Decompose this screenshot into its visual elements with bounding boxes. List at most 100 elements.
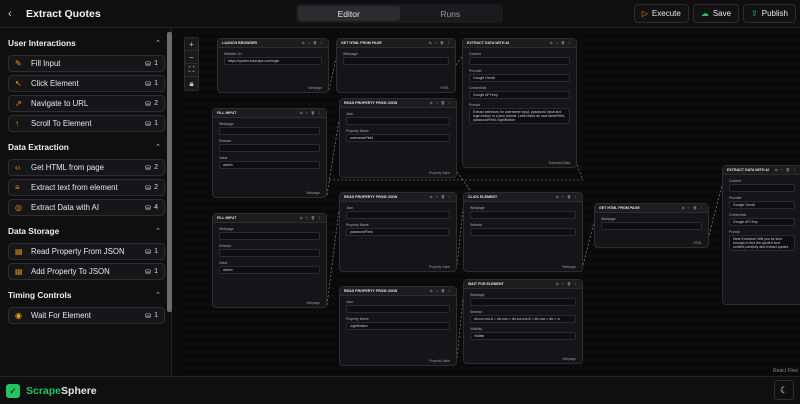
- node-header[interactable]: READ PROPERTY FROM JSON ⧉ ✎ 🗑︎ ⋮: [340, 99, 456, 108]
- node-action-icons[interactable]: ⧉ ✎ 🗑︎ ⋮: [300, 216, 322, 220]
- node-field-input[interactable]: loginButton: [346, 322, 450, 330]
- node-field-input[interactable]: admin: [219, 266, 320, 274]
- node-header[interactable]: FILL INPUT ⧉ ✎ 🗑︎ ⋮: [213, 214, 326, 223]
- node-field-input[interactable]: [346, 117, 450, 125]
- sidebar-task-item[interactable]: ↗ Navigate to URL ⛁ 2: [8, 95, 165, 112]
- sidebar-task-item[interactable]: ◉ Wait For Element ⛁ 1: [8, 307, 165, 324]
- node-header[interactable]: READ PROPERTY FROM JSON ⧉ ✎ 🗑︎ ⋮: [340, 193, 456, 202]
- flow-node[interactable]: LAUNCH BROWSER ⧉ ✎ 🗑︎ ⋮ Website Url https:/…: [217, 38, 329, 93]
- node-field-input[interactable]: [470, 211, 576, 219]
- node-field-input[interactable]: [346, 305, 450, 313]
- tab-editor[interactable]: Editor: [298, 6, 400, 21]
- sidebar-section-header[interactable]: Data Storage ⌃: [0, 222, 171, 240]
- brand-name[interactable]: ScrapeSphere: [26, 385, 97, 397]
- node-header[interactable]: WAIT FOR ELEMENT ⧉ ✎ 🗑︎ ⋮: [464, 280, 582, 289]
- sidebar-task-item[interactable]: ↖ Click Element ⛁ 1: [8, 75, 165, 92]
- node-field-input[interactable]: Google API Key: [469, 91, 570, 99]
- node-field-input[interactable]: admin: [219, 161, 320, 169]
- node-action-icons[interactable]: ⧉ ✎ 🗑︎ ⋮: [682, 206, 704, 210]
- flow-edge[interactable]: [326, 119, 340, 196]
- node-action-icons[interactable]: ⧉ ✎ 🗑︎ ⋮: [556, 282, 578, 286]
- save-button[interactable]: ☁ Save: [692, 4, 740, 23]
- node-header[interactable]: EXTRACT DATA WITH AI ⧉ ✎ 🗑︎ ⋮: [463, 39, 576, 48]
- node-field-input[interactable]: Dear Extractor! Will you be kind enough …: [729, 235, 795, 251]
- flow-node[interactable]: GET HTML FROM PAGE ⧉ ✎ 🗑︎ ⋮ Webpage HTML: [336, 38, 456, 93]
- node-action-icons[interactable]: ⧉ ✎ 🗑︎ ⋮: [550, 41, 572, 45]
- flow-edge[interactable]: [456, 171, 471, 191]
- node-header[interactable]: FILL INPUT ⧉ ✎ 🗑︎ ⋮: [213, 109, 326, 118]
- sidebar-section-header[interactable]: User Interactions ⌃: [0, 34, 171, 52]
- node-field-input[interactable]: [470, 228, 576, 236]
- node-header[interactable]: GET HTML FROM PAGE ⧉ ✎ 🗑︎ ⋮: [595, 204, 708, 213]
- flow-edge[interactable]: [582, 221, 595, 266]
- theme-toggle-moon-icon[interactable]: ☾: [774, 380, 794, 400]
- node-action-icons[interactable]: ⧉ ✎ 🗑︎ ⋮: [430, 195, 452, 199]
- flow-node[interactable]: FILL INPUT ⧉ ✎ 🗑︎ ⋮ Webpage Selector Value ad…: [212, 108, 327, 198]
- sidebar-task-item[interactable]: ‹› Get HTML from page ⛁ 2: [8, 159, 165, 176]
- node-action-icons[interactable]: ⧉ ✎ 🗑︎ ⋮: [430, 289, 452, 293]
- node-header[interactable]: READ PROPERTY FROM JSON ⧉ ✎ 🗑︎ ⋮: [340, 287, 456, 296]
- publish-button[interactable]: ⇪ Publish: [743, 4, 796, 23]
- node-field-input[interactable]: [469, 57, 570, 65]
- sidebar-task-item[interactable]: ✎ Fill Input ⛁ 1: [8, 55, 165, 72]
- node-action-icons[interactable]: ⧉ ✎ 🗑︎ ⋮: [300, 111, 322, 115]
- fit-view-button[interactable]: ⛶: [185, 64, 198, 77]
- flow-node[interactable]: FILL INPUT ⧉ ✎ 🗑︎ ⋮ Webpage Selector Value ad…: [212, 213, 327, 308]
- node-field-input[interactable]: usernameField: [346, 134, 450, 142]
- react-flow-attribution[interactable]: React Flow: [773, 368, 798, 374]
- node-field-input[interactable]: [601, 222, 702, 230]
- execute-button[interactable]: ▷ Execute: [633, 4, 689, 23]
- flow-edge[interactable]: [328, 57, 337, 91]
- node-output-label: Property Value: [429, 359, 450, 363]
- node-field-input[interactable]: [219, 144, 320, 152]
- node-field-input[interactable]: Google API Key: [729, 218, 795, 226]
- node-action-icons[interactable]: ⧉ ✎ 🗑︎ ⋮: [775, 168, 797, 172]
- flow-edge[interactable]: [708, 184, 723, 236]
- zoom-in-button[interactable]: +: [185, 38, 198, 51]
- node-header[interactable]: LAUNCH BROWSER ⧉ ✎ 🗑︎ ⋮: [218, 39, 328, 48]
- node-field-input[interactable]: Google GenAI: [469, 74, 570, 82]
- node-field-input[interactable]: [219, 127, 320, 135]
- chevron-left-icon[interactable]: ‹: [8, 8, 18, 20]
- node-field-input[interactable]: [219, 232, 320, 240]
- lock-icon[interactable]: 🔒︎: [185, 77, 198, 90]
- sidebar-task-item[interactable]: ≡ Extract text from element ⛁ 2: [8, 179, 165, 196]
- node-field-input[interactable]: https://quotes.toscrape.com/login: [224, 57, 322, 65]
- flow-edge[interactable]: [326, 209, 340, 306]
- flow-node[interactable]: WAIT FOR ELEMENT ⧉ ✎ 🗑︎ ⋮ Webpage Selector d…: [463, 279, 583, 364]
- node-action-icons[interactable]: ⧉ ✎ 🗑︎ ⋮: [302, 41, 324, 45]
- node-field-input[interactable]: Visible: [470, 332, 576, 340]
- sidebar-task-item[interactable]: ▤ Read Property From JSON ⛁ 1: [8, 243, 165, 260]
- flow-node[interactable]: READ PROPERTY FROM JSON ⧉ ✎ 🗑︎ ⋮ Json Prope…: [339, 98, 457, 178]
- flow-node[interactable]: EXTRACT DATA WITH AI ⧉ ✎ 🗑︎ ⋮ Content Provi…: [462, 38, 577, 168]
- tab-runs[interactable]: Runs: [400, 6, 502, 21]
- sidebar-section-header[interactable]: Timing Controls ⌃: [0, 286, 171, 304]
- flow-node[interactable]: READ PROPERTY FROM JSON ⧉ ✎ 🗑︎ ⋮ Json Prope…: [339, 192, 457, 272]
- node-field-input[interactable]: Extract selectors for username input, pa…: [469, 108, 570, 124]
- node-header[interactable]: EXTRACT DATA WITH AI ⧉ ✎ 🗑︎ ⋮: [723, 166, 800, 175]
- node-action-icons[interactable]: ⧉ ✎ 🗑︎ ⋮: [556, 195, 578, 199]
- node-header[interactable]: GET HTML FROM PAGE ⧉ ✎ 🗑︎ ⋮: [337, 39, 455, 48]
- sidebar-task-item[interactable]: ◎ Extract Data with AI ⛁ 4: [8, 199, 165, 216]
- node-field-input[interactable]: div.col-md-8 > div.row > div.col-md-8 > …: [470, 315, 576, 323]
- node-field-input[interactable]: [729, 184, 795, 192]
- sidebar-task-item[interactable]: ↑ Scroll To Element ⛁ 1: [8, 115, 165, 132]
- flow-node[interactable]: CLICK ELEMENT ⧉ ✎ 🗑︎ ⋮ Webpage Selector Webp…: [463, 192, 583, 272]
- zoom-out-button[interactable]: −: [185, 51, 198, 64]
- flow-node[interactable]: GET HTML FROM PAGE ⧉ ✎ 🗑︎ ⋮ Webpage HTML: [594, 203, 709, 248]
- node-title: READ PROPERTY FROM JSON: [344, 195, 398, 199]
- flow-node[interactable]: EXTRACT DATA WITH AI ⧉ ✎ 🗑︎ ⋮ Content Provi…: [722, 165, 800, 305]
- node-field-input[interactable]: Google GenAI: [729, 201, 795, 209]
- sidebar-task-item[interactable]: ▤ Add Property To JSON ⛁ 1: [8, 263, 165, 280]
- node-field-input[interactable]: passwordField: [346, 228, 450, 236]
- sidebar-section-header[interactable]: Data Extraction ⌃: [0, 138, 171, 156]
- node-field-input[interactable]: [343, 57, 449, 65]
- sidebar-scrollbar[interactable]: [167, 32, 172, 312]
- node-field-input[interactable]: [346, 211, 450, 219]
- node-action-icons[interactable]: ⧉ ✎ 🗑︎ ⋮: [429, 41, 451, 45]
- node-field-input[interactable]: [219, 249, 320, 257]
- flow-node[interactable]: READ PROPERTY FROM JSON ⧉ ✎ 🗑︎ ⋮ Json Prope…: [339, 286, 457, 366]
- node-header[interactable]: CLICK ELEMENT ⧉ ✎ 🗑︎ ⋮: [464, 193, 582, 202]
- node-action-icons[interactable]: ⧉ ✎ 🗑︎ ⋮: [430, 101, 452, 105]
- node-field-input[interactable]: [470, 298, 576, 306]
